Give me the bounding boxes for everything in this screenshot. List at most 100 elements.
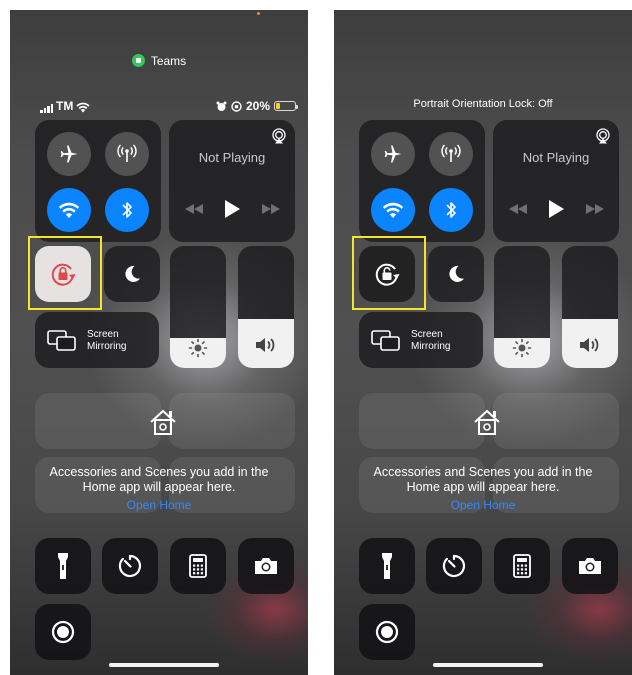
- airplane-mode-button[interactable]: [371, 132, 415, 176]
- rewind-icon[interactable]: [184, 204, 203, 214]
- home-hint-line1: Accessories and Scenes you add in the: [373, 465, 593, 479]
- teams-label: Teams: [150, 54, 187, 68]
- flashlight-button[interactable]: [359, 538, 415, 594]
- bluetooth-button[interactable]: [429, 188, 473, 232]
- airplane-mode-button[interactable]: [47, 132, 91, 176]
- facetime-icon: [131, 54, 145, 67]
- home-hint-line2: Home app will appear here.: [82, 480, 236, 494]
- camera-button[interactable]: [238, 538, 294, 594]
- brightness-icon-wrap: [494, 338, 550, 358]
- brightness-icon-wrap: [170, 338, 226, 358]
- wifi-icon: [382, 202, 404, 218]
- now-playing-tile[interactable]: Not Playing: [169, 120, 295, 242]
- home-placeholder-tile: [359, 393, 485, 449]
- media-controls: [169, 200, 295, 218]
- now-playing-tile[interactable]: Not Playing: [493, 120, 619, 242]
- home-placeholder-tile: [169, 393, 295, 449]
- connectivity-tile: [359, 120, 485, 242]
- airplay-icon[interactable]: [271, 128, 287, 144]
- brightness-icon: [188, 338, 208, 358]
- wifi-status-icon: [76, 102, 90, 113]
- volume-icon-wrap: [562, 336, 618, 354]
- wifi-button[interactable]: [47, 188, 91, 232]
- open-home-link[interactable]: Open Home: [10, 498, 308, 512]
- camera-icon: [579, 558, 601, 574]
- camera-button[interactable]: [562, 538, 618, 594]
- bluetooth-icon: [446, 202, 456, 218]
- volume-slider[interactable]: [562, 246, 618, 368]
- cellular-data-button[interactable]: [105, 132, 149, 176]
- screen-mirroring-line1: Screen: [411, 329, 443, 340]
- cellular-icon: [117, 144, 137, 162]
- calculator-button[interactable]: [170, 538, 226, 594]
- home-placeholder-tile: [35, 393, 161, 449]
- battery-percent: 20%: [245, 99, 270, 113]
- battery-icon: [274, 101, 298, 111]
- do-not-disturb-button[interactable]: [104, 246, 160, 302]
- home-hint-text: Accessories and Scenes you add in the Ho…: [10, 465, 308, 495]
- home-indicator[interactable]: [433, 663, 543, 667]
- timer-button[interactable]: [426, 538, 482, 594]
- privacy-indicator-dot: [257, 12, 260, 15]
- signal-icon: [40, 103, 53, 113]
- screen-record-button[interactable]: [35, 604, 91, 660]
- fast-forward-icon[interactable]: [585, 204, 604, 214]
- screen-mirroring-line1: Screen: [87, 329, 119, 340]
- home-placeholder-tile: [493, 393, 619, 449]
- orientation-status-icon: [231, 100, 242, 112]
- screen-mirroring-button[interactable]: Screen Mirroring: [359, 312, 483, 368]
- home-hint-line1: Accessories and Scenes you add in the: [49, 465, 269, 479]
- control-center-lock-off: Portrait Orientation Lock: Off Not Playi…: [334, 10, 632, 675]
- volume-icon: [256, 338, 275, 352]
- brightness-icon: [512, 338, 532, 358]
- rewind-icon[interactable]: [508, 204, 527, 214]
- now-playing-label: Not Playing: [522, 150, 590, 165]
- do-not-disturb-button[interactable]: [428, 246, 484, 302]
- open-home-link[interactable]: Open Home: [334, 498, 632, 512]
- bluetooth-icon: [122, 202, 132, 218]
- highlight-box: [28, 236, 102, 310]
- home-hint-line2: Home app will appear here.: [406, 480, 560, 494]
- calculator-button[interactable]: [494, 538, 550, 594]
- screen-mirroring-line2: Mirroring: [87, 341, 127, 352]
- screen-mirroring-button[interactable]: Screen Mirroring: [35, 312, 159, 368]
- flashlight-icon: [58, 553, 68, 579]
- wifi-button[interactable]: [371, 188, 415, 232]
- carrier-label: TM: [56, 99, 74, 113]
- airplay-icon[interactable]: [595, 128, 611, 144]
- airplane-mode-icon: [384, 145, 402, 163]
- screen-mirroring-line2: Mirroring: [411, 341, 451, 352]
- timer-button[interactable]: [102, 538, 158, 594]
- flashlight-button[interactable]: [35, 538, 91, 594]
- screen-record-icon: [51, 620, 75, 644]
- home-indicator[interactable]: [109, 663, 219, 667]
- teams-notification-pill[interactable]: Teams: [10, 54, 308, 68]
- brightness-slider[interactable]: [170, 246, 226, 368]
- control-center-lock-on: Teams TM 20% Not Playing Screen Mirrorin…: [10, 10, 308, 675]
- screen-mirroring-icon: [371, 330, 400, 351]
- cellular-data-button[interactable]: [429, 132, 473, 176]
- moon-icon: [449, 265, 464, 282]
- status-right: 20%: [216, 99, 298, 113]
- brightness-slider[interactable]: [494, 246, 550, 368]
- calculator-icon: [513, 554, 531, 578]
- play-icon[interactable]: [224, 200, 240, 218]
- calculator-icon: [189, 554, 207, 578]
- screen-record-icon: [375, 620, 399, 644]
- volume-icon-wrap: [238, 336, 294, 354]
- flashlight-icon: [382, 553, 392, 579]
- play-icon[interactable]: [548, 200, 564, 218]
- screen-mirroring-icon: [47, 330, 76, 351]
- volume-icon: [580, 338, 599, 352]
- highlight-box: [352, 236, 426, 310]
- orientation-lock-status-message: Portrait Orientation Lock: Off: [413, 98, 553, 110]
- airplane-mode-icon: [60, 145, 78, 163]
- screen-record-button[interactable]: [359, 604, 415, 660]
- connectivity-tile: [35, 120, 161, 242]
- bluetooth-button[interactable]: [105, 188, 149, 232]
- fast-forward-icon[interactable]: [261, 204, 280, 214]
- status-left: TM: [40, 99, 90, 113]
- volume-slider[interactable]: [238, 246, 294, 368]
- cellular-icon: [441, 144, 461, 162]
- now-playing-label: Not Playing: [198, 150, 266, 165]
